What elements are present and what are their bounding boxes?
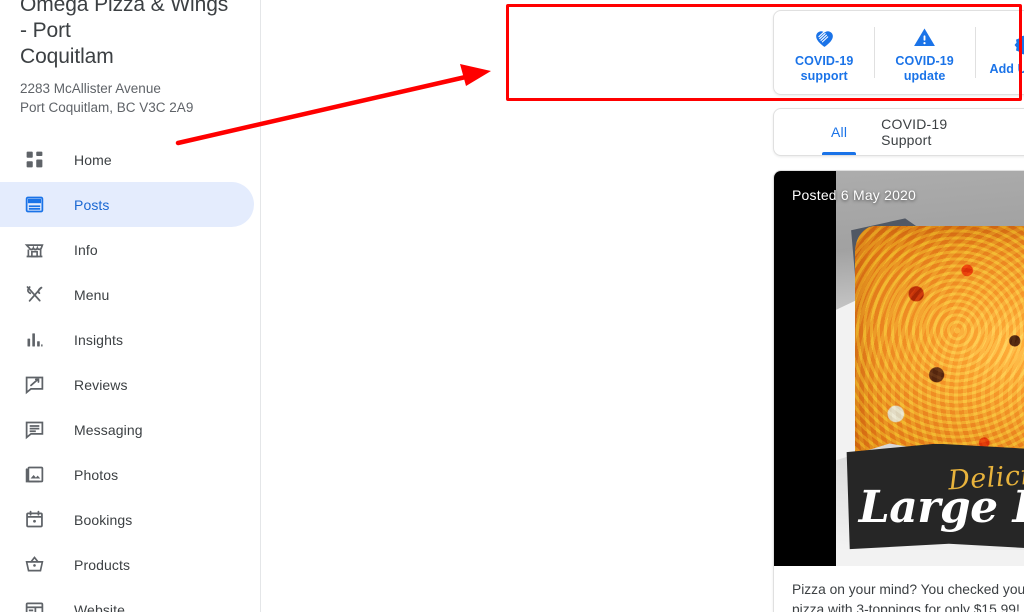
sidebar-item-label: Home xyxy=(74,151,112,168)
promo-banner: Delicious Large Pizza xyxy=(846,443,1024,551)
sidebar-item-label: Reviews xyxy=(74,376,128,393)
sidebar-item-messaging[interactable]: Messaging xyxy=(0,407,254,452)
photo-icon xyxy=(22,463,46,487)
business-name: Omega Pizza & Wings - Port Coquitlam xyxy=(20,0,229,68)
covid-update-button[interactable]: COVID-19 update xyxy=(874,11,974,94)
review-icon xyxy=(22,373,46,397)
post-list: Delicious Large Pizza Posted 6 May 2020 … xyxy=(773,170,1024,612)
sidebar-item-label: Menu xyxy=(74,286,110,303)
tab-label: All xyxy=(831,124,848,140)
covid-support-button[interactable]: COVID-19 support xyxy=(774,11,874,94)
post-description: Pizza on your mind? You checked your fee… xyxy=(792,582,1024,612)
covid-update-label: COVID-19 update xyxy=(895,54,954,83)
sidebar-item-label: Website xyxy=(74,601,126,612)
tab-covid-19-support[interactable]: COVID-19 Support xyxy=(864,109,1018,155)
bar-chart-icon xyxy=(22,328,46,352)
sidebar-item-products[interactable]: Products xyxy=(0,542,254,587)
add-update-label: Add Update xyxy=(989,61,1024,76)
sidebar: Omega Pizza & Wings - Port Coquitlam 228… xyxy=(0,0,261,612)
posts-icon xyxy=(22,193,46,217)
post-card[interactable]: Delicious Large Pizza Posted 6 May 2020 … xyxy=(773,170,1024,612)
sidebar-item-reviews[interactable]: Reviews xyxy=(0,362,254,407)
new-release-icon xyxy=(1013,33,1024,57)
post-actions-bar: COVID-19 support COVID-19 update Add Upd… xyxy=(773,10,1024,95)
app-root: Omega Pizza & Wings - Port Coquitlam 228… xyxy=(0,0,1024,612)
sidebar-item-label: Info xyxy=(74,241,98,258)
sidebar-item-menu[interactable]: Menu xyxy=(0,272,254,317)
calendar-icon xyxy=(22,508,46,532)
sidebar-item-label: Messaging xyxy=(74,421,143,438)
main-content: COVID-19 support COVID-19 update Add Upd… xyxy=(261,0,1024,612)
add-update-button[interactable]: Add Update xyxy=(974,11,1024,94)
sidebar-item-label: Insights xyxy=(74,331,124,348)
post-filter-tabs-container: All COVID-19 Support What's new Events O… xyxy=(773,108,1024,156)
dashboard-icon xyxy=(22,148,46,172)
sidebar-item-info[interactable]: Info xyxy=(0,227,254,272)
message-icon xyxy=(22,418,46,442)
sidebar-item-label: Bookings xyxy=(74,511,133,528)
sidebar-nav: Home Posts Info Menu Insights Reviews Me… xyxy=(0,137,260,612)
post-body: Pizza on your mind? You checked your fee… xyxy=(774,566,1024,612)
sidebar-item-label: Products xyxy=(74,556,131,573)
volunteer-heart-icon xyxy=(812,25,837,49)
tab-label: COVID-19 Support xyxy=(881,116,948,148)
basket-icon xyxy=(22,553,46,577)
business-address: 2283 McAllister Avenue Port Coquitlam, B… xyxy=(20,81,194,115)
covid-support-label: COVID-19 support xyxy=(794,54,854,83)
sidebar-item-insights[interactable]: Insights xyxy=(0,317,254,362)
sidebar-item-home[interactable]: Home xyxy=(0,137,254,182)
tab-whats-new[interactable]: What's new xyxy=(1018,109,1024,155)
storefront-icon xyxy=(22,238,46,262)
post-filter-tabs: All COVID-19 Support What's new Events O… xyxy=(773,108,1024,156)
sidebar-item-website[interactable]: Website xyxy=(0,587,254,612)
tab-all[interactable]: All xyxy=(814,109,864,155)
sidebar-item-label: Posts xyxy=(74,196,110,213)
post-image[interactable]: Delicious Large Pizza Posted 6 May 2020 … xyxy=(774,171,1024,566)
promo-script-text: Delicious xyxy=(947,456,1024,497)
restaurant-icon xyxy=(22,283,46,307)
sidebar-item-posts[interactable]: Posts xyxy=(0,182,254,227)
post-image-inner: Delicious Large Pizza xyxy=(836,171,1024,566)
website-icon xyxy=(22,598,46,612)
sidebar-item-bookings[interactable]: Bookings xyxy=(0,497,254,542)
warning-triangle-icon xyxy=(912,25,937,49)
sidebar-item-label: Photos xyxy=(74,466,119,483)
sidebar-item-photos[interactable]: Photos xyxy=(0,452,254,497)
post-actions-container: COVID-19 support COVID-19 update Add Upd… xyxy=(773,10,1024,95)
post-date: Posted 6 May 2020 xyxy=(792,187,917,203)
